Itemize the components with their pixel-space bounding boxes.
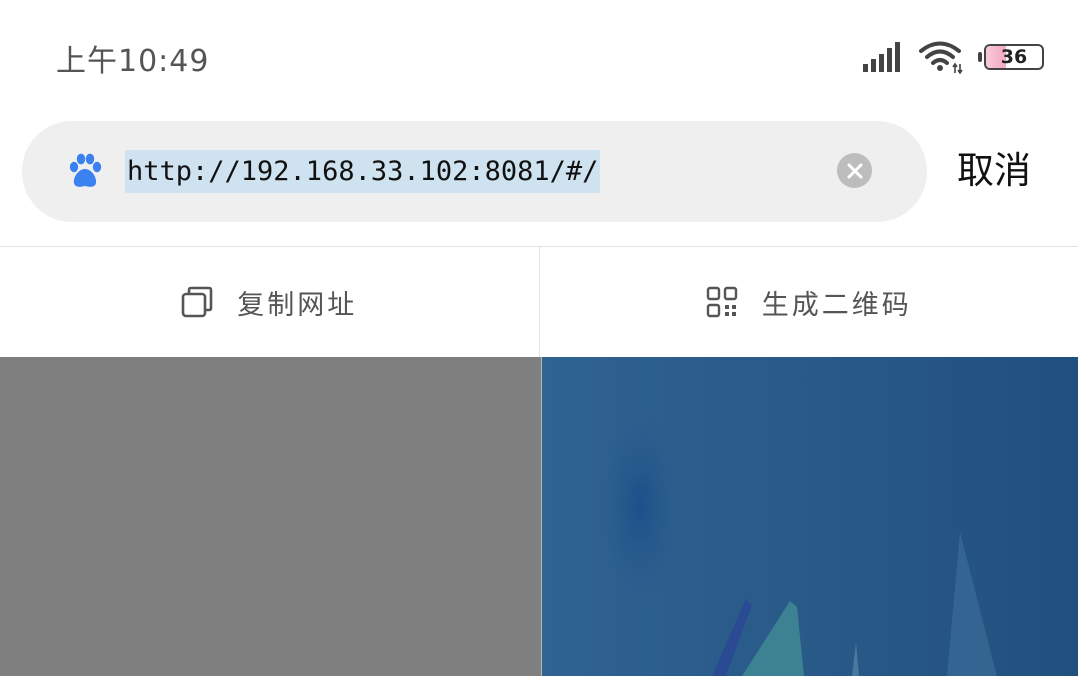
copy-url-button[interactable]: 复制网址: [0, 247, 539, 357]
cancel-button[interactable]: 取消: [957, 149, 1031, 193]
generate-qr-button[interactable]: 生成二维码: [540, 247, 1078, 357]
battery-level: 36: [1000, 46, 1028, 68]
search-row: http://192.168.33.102:8081/#/ 取消: [22, 121, 1052, 222]
clear-icon: [847, 163, 862, 178]
status-time: 上午10:49: [56, 44, 210, 79]
status-bar: 上午10:49 36: [0, 0, 1078, 112]
baidu-paw-icon: [69, 153, 102, 187]
background-artwork: [542, 357, 1078, 676]
generate-qr-label: 生成二维码: [761, 289, 912, 321]
url-actions: 复制网址 生成二维码: [0, 247, 1078, 357]
signal-icon: [863, 42, 900, 72]
clear-button[interactable]: [837, 153, 872, 188]
url-selection[interactable]: http://192.168.33.102:8081/#/: [125, 150, 601, 193]
preview-left-panel[interactable]: [0, 357, 541, 676]
url-search-box[interactable]: http://192.168.33.102:8081/#/: [22, 121, 927, 222]
copy-url-label: 复制网址: [237, 289, 358, 321]
preview-right-panel[interactable]: [542, 357, 1078, 676]
battery-indicator: 36: [978, 42, 1044, 72]
wifi-icon: [919, 41, 963, 74]
url-text[interactable]: http://192.168.33.102:8081/#/: [127, 156, 598, 187]
qr-code-icon: [706, 286, 737, 318]
page-preview: [0, 357, 1078, 676]
status-icons: 36: [862, 40, 1044, 74]
copy-icon: [181, 286, 213, 318]
